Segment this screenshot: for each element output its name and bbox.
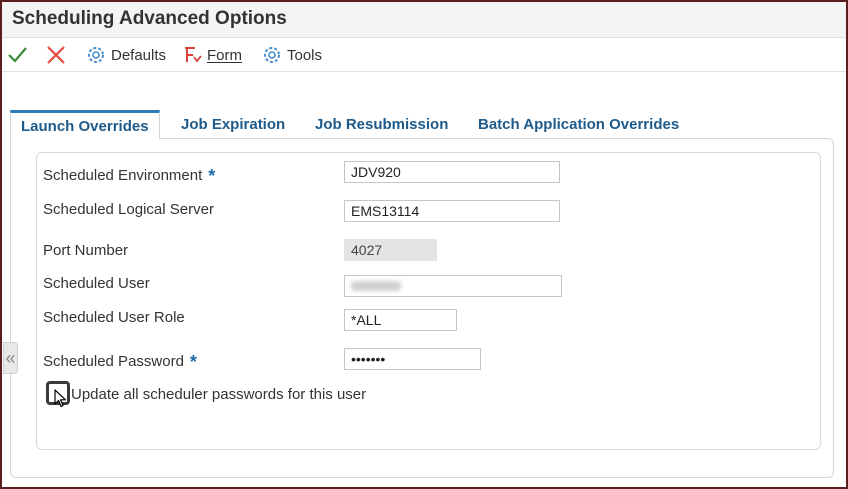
- app-window: Scheduling Advanced Options Defaults For…: [0, 0, 848, 489]
- port-number-value: 4027: [344, 239, 437, 261]
- tab-job-resubmission[interactable]: Job Resubmission: [315, 110, 448, 138]
- scheduled-environment-label: Scheduled Environment: [43, 167, 203, 184]
- cancel-button[interactable]: [45, 38, 67, 72]
- tab-bar: Launch Overrides Job Expiration Job Resu…: [10, 110, 846, 139]
- gear-icon: [264, 47, 280, 63]
- scheduled-user-label: Scheduled User: [43, 275, 150, 292]
- title-bar: Scheduling Advanced Options: [2, 2, 846, 38]
- scheduled-logical-server-label: Scheduled Logical Server: [43, 201, 214, 218]
- scheduled-user-role-label: Scheduled User Role: [43, 309, 185, 326]
- port-number-label: Port Number: [43, 242, 129, 259]
- launch-overrides-form: Scheduled Environment * Scheduled Logical…: [36, 152, 821, 450]
- required-indicator: *: [208, 166, 216, 186]
- redacted-user-value: [351, 281, 401, 291]
- toolbar: Defaults Form Tools: [2, 38, 846, 72]
- form-menu-button[interactable]: Form: [182, 38, 242, 72]
- close-icon: [47, 46, 65, 64]
- defaults-label: Defaults: [111, 46, 167, 64]
- gear-icon: [88, 47, 104, 63]
- double-chevron-left-icon: «: [5, 347, 16, 368]
- tab-job-expiration[interactable]: Job Expiration: [181, 110, 285, 138]
- scheduled-user-input[interactable]: [344, 275, 562, 297]
- tab-batch-application-overrides[interactable]: Batch Application Overrides: [478, 110, 679, 138]
- page-title: Scheduling Advanced Options: [12, 8, 287, 29]
- scheduled-logical-server-input[interactable]: [344, 200, 560, 222]
- scheduled-password-row: Scheduled Password *: [43, 350, 197, 372]
- tab-launch-overrides[interactable]: Launch Overrides: [10, 110, 160, 139]
- update-passwords-label: Update all scheduler passwords for this …: [71, 386, 367, 403]
- required-indicator: *: [189, 352, 197, 372]
- defaults-button[interactable]: Defaults: [86, 38, 166, 72]
- mouse-pointer-icon: [54, 389, 67, 408]
- scheduled-password-label: Scheduled Password: [43, 353, 184, 370]
- tab-panel: Scheduled Environment * Scheduled Logical…: [10, 138, 834, 478]
- scheduled-environment-row: Scheduled Environment *: [43, 164, 216, 186]
- scheduled-user-role-input[interactable]: [344, 309, 457, 331]
- scheduled-password-input[interactable]: •••••••: [344, 348, 481, 370]
- form-icon: [185, 47, 202, 63]
- collapse-side-panel-button[interactable]: «: [3, 342, 18, 374]
- checkmark-icon: [8, 47, 27, 63]
- ok-button[interactable]: [6, 38, 28, 72]
- tools-label: Tools: [287, 46, 323, 64]
- scheduled-environment-input[interactable]: [344, 161, 560, 183]
- tools-menu-button[interactable]: Tools: [262, 38, 322, 72]
- form-label: Form: [207, 46, 242, 64]
